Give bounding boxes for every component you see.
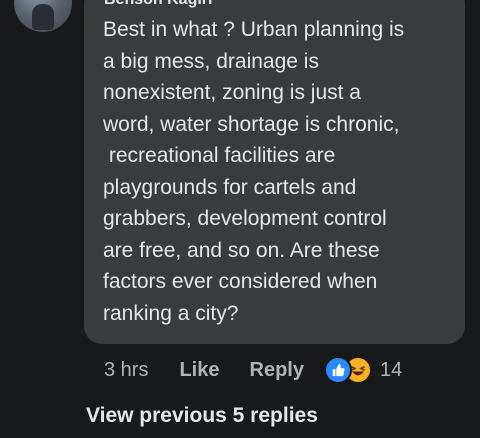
like-icon: [323, 356, 352, 384]
comment-bubble: Benson Kagiri Best in what ? Urban plann…: [84, 0, 465, 344]
comment-author[interactable]: Benson Kagiri: [104, 0, 212, 9]
like-button[interactable]: Like: [179, 359, 219, 382]
comment-timestamp[interactable]: 3 hrs: [104, 359, 148, 382]
comment-actions: 3 hrs Like Reply 14: [104, 355, 402, 385]
reaction-count[interactable]: 14: [380, 359, 402, 382]
reactions-summary[interactable]: [323, 356, 372, 384]
reply-button[interactable]: Reply: [250, 359, 304, 382]
comment-text: Best in what ? Urban planning is a big m…: [103, 18, 405, 325]
commenter-avatar[interactable]: [14, 0, 72, 32]
view-previous-replies-link[interactable]: View previous 5 replies: [86, 404, 318, 428]
